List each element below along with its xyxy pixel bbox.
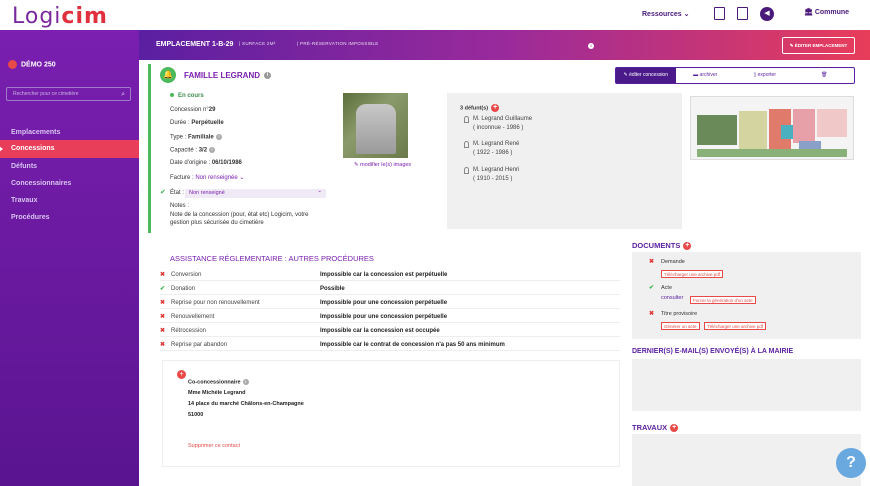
archive-button[interactable]: ▬ archiver	[676, 68, 736, 83]
edit-emplacement-button[interactable]: ✎ ÉDITER EMPLACEMENT	[782, 37, 855, 54]
defunt-item[interactable]: M. Legrand René( 1922 - 1986 )	[464, 141, 519, 156]
page-header: EMPLACEMENT 1-B-29 | SURFACE 2M² | PRÉ-R…	[139, 30, 870, 60]
travaux-panel	[632, 434, 861, 486]
facture: Facture : Non renseignée ⌄	[170, 175, 245, 181]
cross-icon: ✖	[160, 300, 166, 306]
sidebar: DÉMO 250 Rechercher pour ce cimetière ⌕ E…	[0, 30, 139, 486]
bell-icon: 🔔	[160, 67, 176, 83]
add-defunt-button[interactable]: +	[491, 104, 500, 112]
top-bar: Logicim Ressources ⌄ ◀ 🏛 Commune	[0, 0, 870, 30]
type: Type : Familiale?	[170, 134, 222, 141]
add-contact-button[interactable]: +	[177, 370, 186, 379]
info-icon[interactable]: i	[588, 43, 594, 49]
doc-demande: Demande	[661, 259, 685, 265]
procedure-row: ✖ Renouvellement Impossible pour une conce…	[160, 311, 620, 323]
location-pin-icon	[8, 60, 17, 69]
add-document-button[interactable]: +	[683, 242, 692, 251]
doc-acte: Acte	[661, 285, 673, 291]
help-icon[interactable]: ?	[215, 134, 222, 140]
back-icon[interactable]: ◀	[760, 7, 774, 21]
sidebar-item-procedures[interactable]: Procédures	[0, 209, 139, 227]
travaux-title: TRAVAUX +	[632, 423, 679, 433]
doc-titre: Titre provisoire	[661, 311, 698, 317]
export-button[interactable]: ▯ exporter	[735, 68, 795, 83]
sidebar-item-defunts[interactable]: Défunts	[0, 158, 139, 176]
family-title: FAMILLE LEGRAND i	[184, 71, 271, 80]
force-generation-button[interactable]: Forcer la génération d'un acte	[690, 296, 756, 304]
mails-panel	[632, 359, 861, 411]
page-title: EMPLACEMENT 1-B-29	[156, 41, 234, 48]
procedure-row: ✖ Reprise par abandon Impossible car le co…	[160, 339, 620, 351]
download-pdf-button[interactable]: Télécharger une archive pdf	[704, 322, 767, 330]
edit-concession-button[interactable]: ✎ éditer concession	[616, 68, 676, 83]
sidebar-item-concessionnaires[interactable]: Concessionnaires	[0, 175, 139, 193]
tomb-icon	[464, 141, 469, 148]
generate-acte-button[interactable]: Générer un acte	[661, 322, 700, 330]
capacite: Capacité : 3/2?	[170, 147, 216, 154]
status-badge: En cours	[170, 93, 204, 99]
add-travaux-button[interactable]: +	[670, 424, 679, 433]
facture-select[interactable]: Non renseignée ⌄	[195, 175, 244, 181]
documents-title: DOCUMENTS +	[632, 241, 692, 251]
delete-button[interactable]: 🗑	[795, 68, 855, 83]
consult-link[interactable]: consulter	[661, 295, 683, 301]
surface-label: | SURFACE 2M²	[239, 41, 276, 46]
cross-icon: ✖	[160, 314, 166, 320]
check-icon: ✔	[160, 189, 166, 196]
cross-icon: ✖	[160, 328, 166, 334]
defunt-item[interactable]: M. Legrand Henri( 1910 - 2015 )	[464, 167, 519, 182]
procedure-row: ✔ Donation Possible	[160, 283, 620, 295]
defunt-item[interactable]: M. Legrand Guillaume( inconnue - 1986 )	[464, 116, 532, 131]
tomb-icon	[464, 116, 469, 123]
info-icon[interactable]: i	[264, 72, 271, 80]
cross-icon: ✖	[160, 272, 166, 278]
defunts-panel	[447, 93, 682, 229]
tomb-icon	[464, 167, 469, 174]
ressources-menu[interactable]: Ressources ⌄	[642, 10, 690, 18]
cross-icon: ✖	[649, 311, 655, 317]
cemetery-map[interactable]	[690, 96, 854, 160]
modify-images-link[interactable]: ✎ modifier le(s) images	[354, 162, 411, 168]
delete-contact-link[interactable]: Supprimer ce contact	[188, 443, 240, 449]
etat-select[interactable]: Non renseigné	[185, 187, 326, 198]
notes-line-2: gestion plus sécurisée du cimetière	[170, 220, 264, 226]
check-icon: ✔	[160, 286, 166, 292]
gravestone-image	[356, 104, 396, 154]
info-icon[interactable]: i	[242, 379, 249, 385]
duree: Durée : Perpétuelle	[170, 120, 224, 126]
procedure-row: ✖ Reprise pour non renouvellement Impossib…	[160, 297, 620, 309]
concession-actions: ✎ éditer concession ▬ archiver ▯ exporte…	[615, 67, 855, 84]
help-button[interactable]: ?	[836, 448, 866, 478]
search-icon: ⌕	[121, 91, 125, 98]
procedure-row: ✖ Rétrocession Impossible car la concessio…	[160, 325, 620, 337]
cross-icon: ✖	[160, 342, 166, 348]
contact-address: 14 place du marché Châlons-en-Champagne	[188, 401, 304, 407]
defunts-count: 3 défunt(s) +	[460, 104, 500, 112]
mails-title: DERNIER(S) E-MAIL(S) ENVOYÉ(S) À LA MAIR…	[632, 348, 794, 355]
coconcessionnaire-panel: +	[162, 360, 620, 467]
prereservation-label: | PRÉ-RÉSERVATION IMPOSSIBLE	[297, 41, 379, 46]
date-origine: Date d'origine : 06/10/1986	[170, 160, 242, 166]
download-pdf-button[interactable]: Télécharger une archive pdf	[661, 270, 724, 278]
help-icon[interactable]: ?	[209, 147, 216, 153]
sidebar-item-travaux[interactable]: Travaux	[0, 192, 139, 210]
cross-icon: ✖	[649, 259, 655, 265]
logo[interactable]: Logicim	[12, 4, 108, 29]
contact-name: Mme Michèle Legrand	[188, 390, 246, 396]
etat-label: État :	[170, 190, 185, 196]
notes-label: Notes :	[170, 203, 190, 209]
search-input[interactable]: Rechercher pour ce cimetière ⌕	[6, 87, 131, 101]
calendar-icon[interactable]	[737, 7, 748, 20]
check-icon: ✔	[649, 285, 655, 291]
site-name[interactable]: DÉMO 250	[8, 60, 56, 69]
document-icon[interactable]	[714, 7, 725, 20]
concession-number: Concession n°29	[170, 107, 216, 113]
commune-link[interactable]: 🏛 Commune	[804, 8, 849, 16]
assistance-title: ASSISTANCE RÉGLEMENTAIRE : AUTRES PROCÉD…	[170, 254, 374, 263]
notes-line-1: Note de la concession (pour, état etc) L…	[170, 212, 309, 218]
coconcessionnaire-title: Co-concessionnaire i	[188, 379, 249, 385]
contact-postcode: 51000	[188, 412, 204, 418]
sidebar-item-concessions[interactable]: Concessions	[0, 140, 139, 158]
procedure-row: ✖ Conversion Impossible car la concession …	[160, 269, 620, 281]
